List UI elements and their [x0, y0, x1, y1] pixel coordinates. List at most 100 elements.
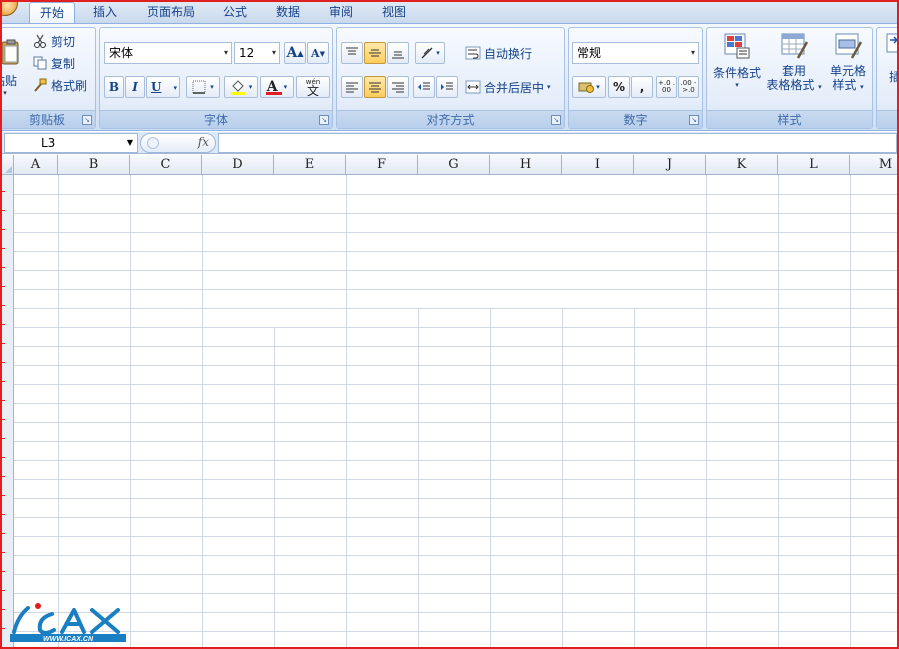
accounting-format-button[interactable]: ▾ [572, 76, 606, 98]
column-header-m[interactable]: M [850, 155, 897, 175]
merge-cells-icon [465, 80, 481, 94]
format-as-table-dropdown-icon[interactable]: ▾ [818, 83, 822, 91]
borders-dropdown-icon[interactable]: ▾ [210, 83, 214, 91]
paste-button[interactable]: 粘贴 ▾ [2, 32, 21, 102]
name-box-dropdown-icon[interactable]: ▼ [127, 134, 133, 152]
tab-formulas[interactable]: 公式 [212, 2, 258, 23]
number-format-combo[interactable]: 常规 ▾ [572, 42, 699, 64]
align-middle-button[interactable] [364, 42, 386, 64]
paste-dropdown-icon[interactable]: ▾ [3, 89, 7, 97]
clipboard-launcher-icon[interactable]: ↘ [82, 115, 92, 125]
tab-page-layout[interactable]: 页面布局 [138, 2, 204, 23]
office-button[interactable] [2, 2, 18, 16]
underline-button[interactable]: U ▾ [146, 76, 180, 98]
format-as-table-label-1: 套用 [781, 64, 806, 78]
font-name-combo[interactable]: 宋体 ▾ [104, 42, 232, 64]
row-header-tick [2, 286, 5, 287]
fill-color-button[interactable]: ▾ [224, 76, 258, 98]
format-as-table-button[interactable]: 套用 表格格式 ▾ [765, 32, 823, 104]
column-header-l[interactable]: L [778, 155, 850, 175]
tab-home[interactable]: 开始 [29, 2, 75, 24]
row-headers[interactable] [2, 175, 14, 647]
column-header-g[interactable]: G [418, 155, 490, 175]
number-launcher-icon[interactable]: ↘ [689, 115, 699, 125]
align-bottom-button[interactable] [387, 42, 409, 64]
wrap-text-button[interactable]: 自动换行 [465, 42, 532, 64]
tab-insert[interactable]: 插入 [82, 2, 128, 23]
name-box[interactable]: L3 ▼ [4, 133, 138, 153]
column-header-c[interactable]: C [130, 155, 202, 175]
ribbon-tab-bar: 开始 插入 页面布局 公式 数据 审阅 视图 [2, 2, 897, 24]
increase-indent-button[interactable] [436, 76, 458, 98]
conditional-format-button[interactable]: 条件格式 ▾ [709, 32, 765, 104]
cut-button[interactable]: 剪切 [33, 32, 75, 50]
column-header-j[interactable]: J [634, 155, 706, 175]
paste-label: 粘贴 [2, 73, 17, 88]
font-launcher-icon[interactable]: ↘ [319, 115, 329, 125]
cell-styles-dropdown-icon[interactable]: ▾ [860, 83, 864, 91]
column-header-f[interactable]: F [346, 155, 418, 175]
font-size-value: 12 [239, 46, 255, 60]
borders-button[interactable]: ▾ [186, 76, 220, 98]
row-gridline [14, 213, 897, 214]
row-header-tick [2, 571, 5, 572]
tab-review[interactable]: 审阅 [318, 2, 364, 23]
conditional-format-dropdown-icon[interactable]: ▾ [735, 81, 739, 89]
tab-view[interactable]: 视图 [371, 2, 417, 23]
font-color-button[interactable]: A ▾ [260, 76, 294, 98]
underline-dropdown-icon[interactable]: ▾ [173, 83, 177, 92]
align-left-button[interactable] [341, 76, 363, 98]
shrink-font-button[interactable]: A ▼ [307, 42, 329, 64]
column-header-i[interactable]: I [562, 155, 634, 175]
column-header-d[interactable]: D [202, 155, 274, 175]
cell-styles-button[interactable]: 单元格 样式 ▾ [823, 32, 873, 104]
font-size-dropdown-icon[interactable]: ▾ [272, 43, 276, 63]
orientation-dropdown-icon[interactable]: ▾ [436, 49, 440, 57]
merge-center-label: 合并后居中 [484, 80, 545, 95]
merge-dropdown-icon[interactable]: ▾ [547, 83, 551, 91]
select-all-corner[interactable] [2, 155, 14, 175]
decrease-decimal-button[interactable]: .00 ->.0 [678, 76, 699, 98]
column-header-k[interactable]: K [706, 155, 778, 175]
comma-style-button[interactable]: , [631, 76, 653, 98]
insert-cells-label: 插 [889, 68, 897, 85]
formula-input[interactable] [218, 133, 897, 153]
worksheet-grid[interactable]: ABCDEFGHIJKLM [2, 155, 897, 647]
phonetic-button[interactable]: wén 文 [296, 76, 330, 98]
align-center-icon [369, 82, 381, 93]
shrink-font-label: A [311, 46, 320, 60]
column-header-b[interactable]: B [58, 155, 130, 175]
insert-function-button[interactable]: fx [198, 135, 209, 149]
indent-icon [441, 82, 453, 90]
grow-font-button[interactable]: A ▲ [284, 42, 306, 64]
increase-decimal-button[interactable]: +.0 .00 [656, 76, 677, 98]
percent-style-button[interactable]: % [608, 76, 630, 98]
column-gridline [634, 308, 635, 647]
tab-data[interactable]: 数据 [265, 2, 311, 23]
insert-cells-button[interactable]: 插 [883, 32, 897, 92]
font-size-combo[interactable]: 12 ▾ [234, 42, 280, 64]
row-gridline [14, 631, 897, 632]
column-header-e[interactable]: E [274, 155, 346, 175]
column-header-a[interactable]: A [14, 155, 58, 175]
copy-button[interactable]: 复制 [33, 54, 75, 72]
align-top-button[interactable] [341, 42, 363, 64]
alignment-launcher-icon[interactable]: ↘ [551, 115, 561, 125]
format-painter-button[interactable]: 格式刷 [33, 76, 87, 94]
font-name-dropdown-icon[interactable]: ▾ [224, 43, 228, 63]
align-center-button[interactable] [364, 76, 386, 98]
formula-expand-icon[interactable] [147, 137, 159, 149]
icax-logo: WWW.ICAX.CN [10, 603, 126, 643]
fill-color-dropdown-icon[interactable]: ▾ [249, 83, 253, 91]
column-header-h[interactable]: H [490, 155, 562, 175]
italic-button[interactable]: I [125, 76, 145, 98]
accounting-dropdown-icon[interactable]: ▾ [596, 83, 600, 91]
orientation-button[interactable]: ▾ [415, 42, 445, 64]
decrease-indent-button[interactable] [413, 76, 435, 98]
merge-center-button[interactable]: 合并后居中 ▾ [465, 76, 551, 98]
bold-button[interactable]: B [104, 76, 124, 98]
row-header-tick [2, 419, 5, 420]
number-format-dropdown-icon[interactable]: ▾ [691, 43, 695, 63]
font-color-dropdown-icon[interactable]: ▾ [284, 83, 288, 91]
align-right-button[interactable] [387, 76, 409, 98]
